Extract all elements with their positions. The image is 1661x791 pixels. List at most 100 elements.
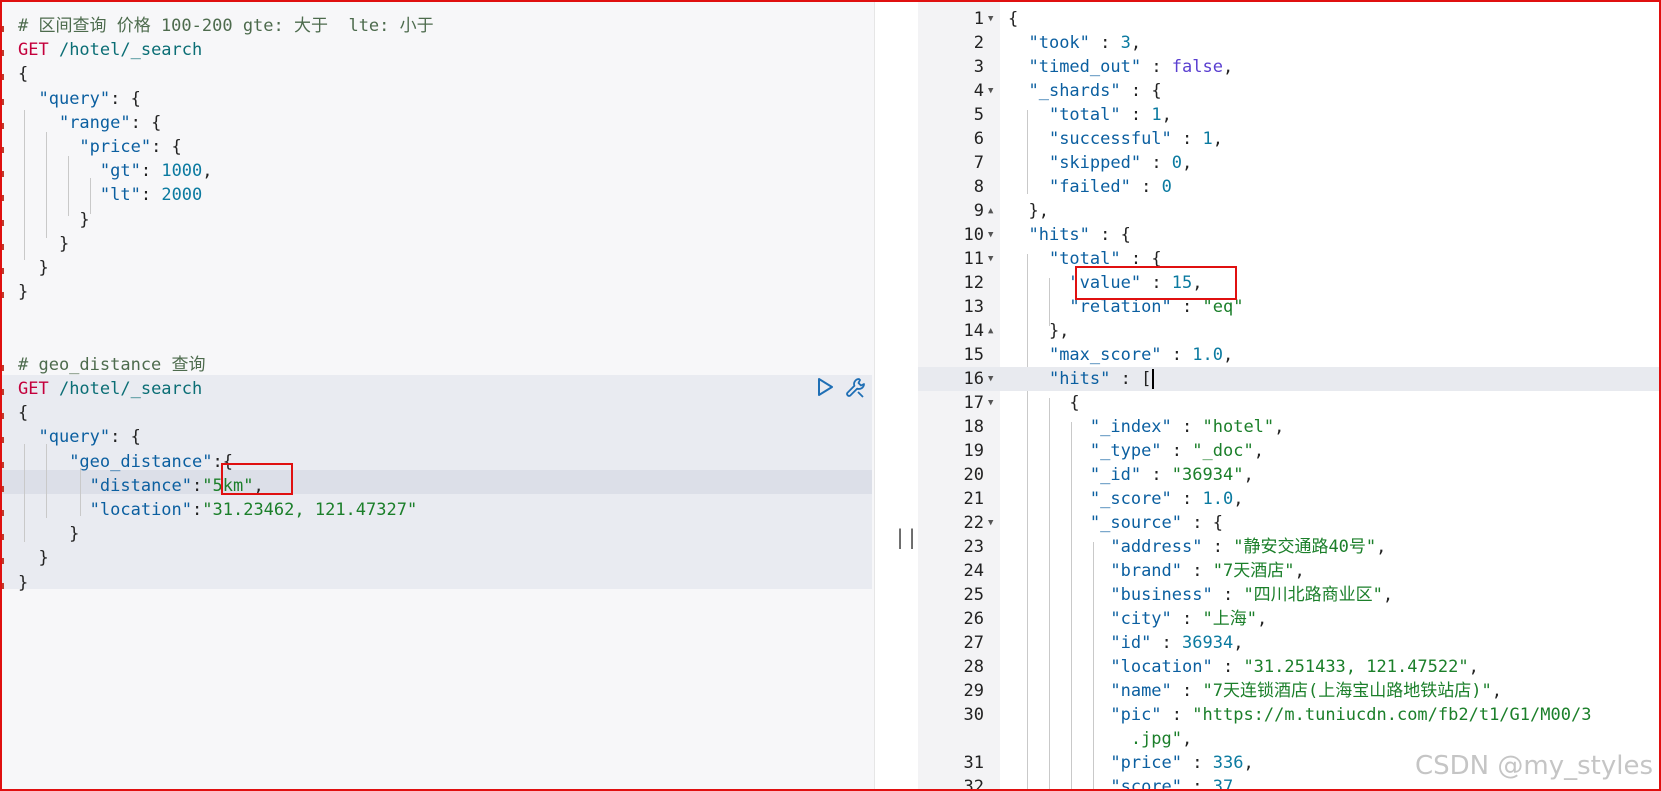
gutter-marker [2,50,7,57]
token-punc [1008,57,1028,77]
fold-open-icon[interactable]: ▼ [988,391,993,415]
token-punc [1008,609,1110,629]
fold-open-icon[interactable]: ▼ [988,247,993,271]
fold-open-icon[interactable]: ▼ [988,223,993,247]
line-code: "business" : "四川北路商业区", [1008,583,1393,607]
fold-open-icon[interactable]: ▼ [988,79,993,103]
fold-open-icon[interactable]: ▼ [988,7,993,31]
token-key: "score" [1110,777,1183,789]
token-num: 37 [1212,777,1234,789]
token-punc [1008,633,1110,653]
token-num: 0 [1171,153,1183,173]
token-key: "relation" [1069,297,1172,317]
line-code: "_type" : "_doc", [1008,439,1264,463]
token-punc: : [1120,105,1152,125]
token-punc [1008,441,1090,461]
response-line: 22 ▼ "_source" : { [918,511,1659,535]
line-number: 27 [963,633,984,653]
line-number: 22 [963,513,984,533]
token-punc: : { [1182,513,1223,533]
response-line: 17 ▼ { [918,391,1659,415]
gutter-marker [2,534,7,541]
gutter-marker [2,582,7,589]
token-punc: , [1253,441,1264,461]
token-punc [18,427,38,447]
line-number: 8 [973,177,984,197]
token-punc: { [1008,393,1080,413]
fold-close-icon[interactable]: ▲ [988,199,993,223]
token-punc: : { [110,427,141,448]
token-key: "query" [38,427,111,448]
token-num: 336 [1212,753,1244,773]
line-code: "took" : 3, [1008,31,1141,55]
token-key: "location" [1110,657,1213,677]
token-key: "successful" [1048,129,1172,149]
line-number: 13 [963,297,984,317]
token-punc: , [202,161,213,182]
response-line: 26 "city" : "上海", [918,607,1659,631]
request-line: } [18,280,28,304]
token-punc: { [18,64,29,85]
token-str: "https://m.tuniucdn.com/fb2/t1/G1/M00/3 [1192,705,1592,725]
gutter-marker [2,74,7,81]
token-punc: } [18,233,70,254]
token-punc: : [1141,153,1172,173]
gutter-marker [2,461,7,468]
request-line: GET /hotel/_search [18,38,202,62]
token-punc: , [1233,633,1244,653]
request-line: "gt": 1000, [18,159,213,183]
token-punc: , [1491,681,1502,701]
token-num: 2000 [161,185,203,206]
fold-close-icon[interactable]: ▲ [988,319,993,343]
token-punc: { [18,403,29,424]
token-punc: } [18,209,90,230]
line-number: 3 [973,57,984,77]
token-punc: , [1376,537,1387,557]
token-punc [1008,33,1028,53]
line-number: 15 [963,345,984,365]
token-key: "pic" [1110,705,1162,725]
token-punc [1008,297,1069,317]
token-punc: : [1212,657,1244,677]
line-code: "address" : "静安交通路40号", [1008,535,1386,559]
token-bool: false [1171,57,1223,77]
token-num: 36934 [1182,633,1234,653]
line-code: { [1008,391,1080,415]
line-number: 21 [963,489,984,509]
pane-splitter[interactable] [874,2,919,789]
token-key: "name" [1110,681,1172,701]
token-punc: : [140,161,162,182]
token-punc: : { [151,137,182,157]
gutter-marker [2,510,7,516]
token-key: "took" [1028,33,1090,53]
wrench-icon[interactable] [844,376,868,400]
line-number: 2 [973,33,984,53]
line-code: "name" : "7天连锁酒店(上海宝山路地铁站店)", [1008,679,1502,703]
request-line: } [18,522,79,546]
line-code: "price" : 336, [1008,751,1253,775]
response-line: 15 "max_score" : 1.0, [918,343,1659,367]
fold-open-icon[interactable]: ▼ [988,367,993,391]
play-icon[interactable] [814,376,836,398]
splitter-grip[interactable]: || [894,526,918,548]
response-line: .jpg", [918,727,1659,751]
token-str: "_doc" [1192,441,1254,461]
line-code: "total" : 1, [1008,103,1172,127]
token-punc [1008,177,1049,197]
token-punc [1008,705,1110,725]
line-number: 26 [963,609,984,629]
fold-open-icon[interactable]: ▼ [988,511,993,535]
request-editor[interactable]: # 区间查询 价格 100-200 gte: 大于 lte: 小于 GET /ho… [2,2,874,789]
response-viewer[interactable]: 1 ▼{2 "took" : 3, 3 "timed_out" : false, 4 ▼… [918,2,1659,789]
token-punc: } [18,572,29,593]
token-key: "_score" [1089,489,1172,509]
token-url: /hotel/_search [48,40,203,61]
line-number: 12 [963,273,984,293]
response-line: 1 ▼ { [918,7,1659,31]
gutter-marker [2,437,7,444]
request-line: { [18,401,28,425]
token-key: "hits" [1048,369,1111,389]
line-code: "_score" : 1.0, [1008,487,1244,511]
token-punc [1008,129,1049,149]
token-punc: , [1182,729,1193,749]
